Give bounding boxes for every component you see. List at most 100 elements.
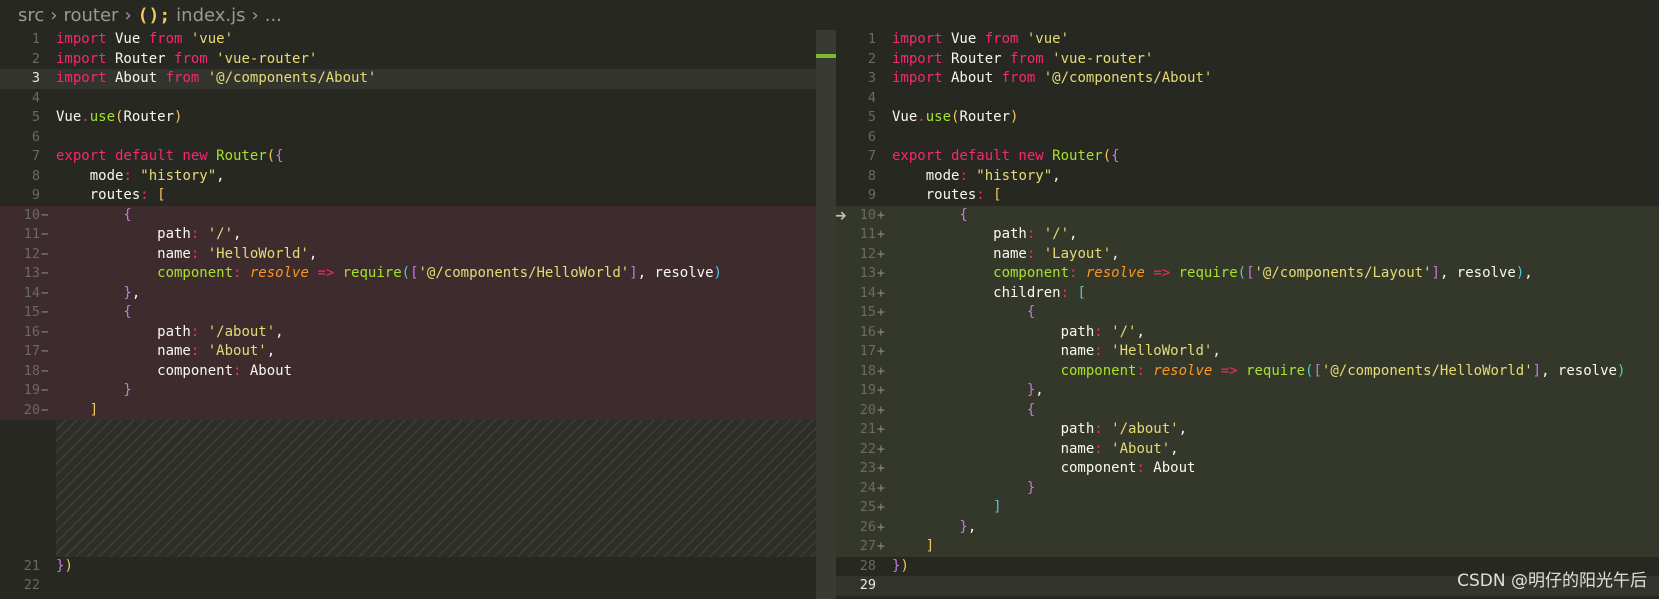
code-text: component: About <box>892 460 1196 476</box>
breadcrumb-item-src[interactable]: src <box>18 5 44 26</box>
code-text: }, <box>892 518 977 535</box>
removed-line[interactable]: 12− name: 'HelloWorld', <box>0 244 816 264</box>
line-number: 1 <box>867 31 876 47</box>
removed-line[interactable]: 17− name: 'About', <box>0 342 816 362</box>
code-line[interactable]: 8 mode: "history", <box>836 167 1659 187</box>
removed-line[interactable]: 18− component: About <box>0 361 816 381</box>
code-line[interactable]: 5 Vue.use(Router) <box>0 108 816 128</box>
code-text: path: '/', <box>892 226 1078 242</box>
plus-icon: + <box>877 363 885 379</box>
code-line[interactable]: 8 mode: "history", <box>0 167 816 187</box>
code-line[interactable]: 9 routes: [ <box>836 186 1659 206</box>
removed-line[interactable]: 13− component: resolve => require(['@/co… <box>0 264 816 284</box>
code-line[interactable]: 9 routes: [ <box>0 186 816 206</box>
minus-icon: − <box>41 344 49 359</box>
code-line[interactable]: 6 <box>0 128 816 148</box>
line-number: 9 <box>31 187 40 203</box>
added-line[interactable]: 14 + children: [ <box>836 283 1659 303</box>
removed-line[interactable]: 19− } <box>0 381 816 401</box>
line-number: 19 <box>23 382 40 398</box>
removed-line[interactable]: 11− path: '/', <box>0 225 816 245</box>
plus-icon: + <box>877 461 885 476</box>
code-line[interactable]: 5 Vue.use(Router) <box>836 108 1659 128</box>
removed-line[interactable]: 10− { <box>0 205 816 225</box>
minus-icon: − <box>41 383 49 398</box>
added-line[interactable]: 20 + { <box>836 400 1659 420</box>
added-line[interactable]: 21 + path: '/about', <box>836 420 1659 440</box>
code-text: } <box>892 479 1036 496</box>
line-number: 25 <box>859 499 876 515</box>
line-number: 6 <box>31 128 40 145</box>
code-line[interactable]: 7 export default new Router({ <box>0 147 816 167</box>
removed-line[interactable]: 20− ] <box>0 400 816 420</box>
added-line[interactable]: 15 + { <box>836 303 1659 323</box>
plus-icon: + <box>877 519 885 535</box>
code-line[interactable]: 3 import About from '@/components/About' <box>836 69 1659 89</box>
removed-line[interactable]: 14− }, <box>0 283 816 303</box>
added-line[interactable]: 12 + name: 'Layout', <box>836 244 1659 264</box>
added-line[interactable]: 19 + }, <box>836 381 1659 401</box>
code-line[interactable]: 22 <box>0 576 816 596</box>
code-text: }, <box>892 382 1044 398</box>
added-line[interactable]: 18 + component: resolve => require(['@/co… <box>836 361 1659 381</box>
line-number: 8 <box>31 167 40 184</box>
code-line[interactable]: 4 <box>836 89 1659 109</box>
code-text: import Vue from 'vue' <box>892 31 1070 47</box>
line-number: 17 <box>859 343 876 359</box>
minus-icon: − <box>41 266 49 281</box>
diff-modified-pane[interactable]: 1 import Vue from 'vue' 2 import Router fr… <box>836 30 1659 599</box>
code-line[interactable]: 21}) <box>0 557 816 577</box>
code-text: component: resolve => require(['@/compon… <box>892 265 1533 281</box>
code-line-current[interactable]: 3 import About from '@/components/About' <box>0 69 816 89</box>
line-number: 14 <box>23 284 40 301</box>
code-line[interactable]: 1 import Vue from 'vue' <box>0 30 816 50</box>
line-number: 13 <box>859 265 876 281</box>
removed-line[interactable]: 16− path: '/about', <box>0 322 816 342</box>
code-text: name: 'Layout', <box>892 245 1120 262</box>
code-text: export default new Router({ <box>56 148 284 164</box>
added-line[interactable]: 11 + path: '/', <box>836 225 1659 245</box>
line-number: 23 <box>859 460 876 476</box>
line-number: 12 <box>859 245 876 262</box>
added-line[interactable]: 25 + ] <box>836 498 1659 518</box>
plus-icon: + <box>877 324 885 340</box>
code-text: import Vue from 'vue' <box>56 31 234 47</box>
added-line[interactable]: 26 + }, <box>836 517 1659 537</box>
line-number: 11 <box>859 226 876 242</box>
line-number: 15 <box>859 304 876 320</box>
removed-line[interactable]: 15− { <box>0 303 816 323</box>
line-number: 13 <box>23 265 40 281</box>
added-line[interactable]: 24 + } <box>836 478 1659 498</box>
code-line[interactable]: 7 export default new Router({ <box>836 147 1659 167</box>
code-text: ] <box>892 538 935 554</box>
code-text: import About from '@/components/About' <box>892 70 1213 86</box>
added-line[interactable]: → 10 + { <box>836 205 1659 225</box>
code-text: }) <box>56 557 73 574</box>
diff-original-pane[interactable]: 1 import Vue from 'vue' 2 import Router fr… <box>0 30 816 599</box>
breadcrumb-item-more[interactable]: ... <box>265 5 282 26</box>
added-line[interactable]: 22 + name: 'About', <box>836 439 1659 459</box>
code-line[interactable]: 1 import Vue from 'vue' <box>836 30 1659 50</box>
line-number: 22 <box>859 440 876 457</box>
minus-icon: − <box>41 363 49 379</box>
added-line[interactable]: 13 + component: resolve => require(['@/co… <box>836 264 1659 284</box>
code-text: { <box>892 304 1036 320</box>
line-number: 14 <box>859 284 876 301</box>
breadcrumb-item-router[interactable]: router <box>63 5 118 26</box>
line-number: 20 <box>859 401 876 418</box>
added-line[interactable]: 16 + path: '/', <box>836 322 1659 342</box>
added-line[interactable]: 17 + name: 'HelloWorld', <box>836 342 1659 362</box>
added-line[interactable]: 27 + ] <box>836 537 1659 557</box>
line-number: 4 <box>867 89 876 106</box>
diff-overview-ruler[interactable] <box>816 30 836 599</box>
added-line[interactable]: 23 + component: About <box>836 459 1659 479</box>
code-text: routes: [ <box>56 187 166 203</box>
code-line[interactable]: 2 import Router from 'vue-router' <box>0 50 816 70</box>
breadcrumb-item-file[interactable]: index.js <box>176 5 245 26</box>
code-text: { <box>892 401 1036 418</box>
code-line[interactable]: 2 import Router from 'vue-router' <box>836 50 1659 70</box>
code-line[interactable]: 4 <box>0 89 816 109</box>
code-line[interactable]: 6 <box>836 128 1659 148</box>
plus-icon: + <box>877 305 885 320</box>
code-text: path: '/about', <box>892 421 1188 437</box>
